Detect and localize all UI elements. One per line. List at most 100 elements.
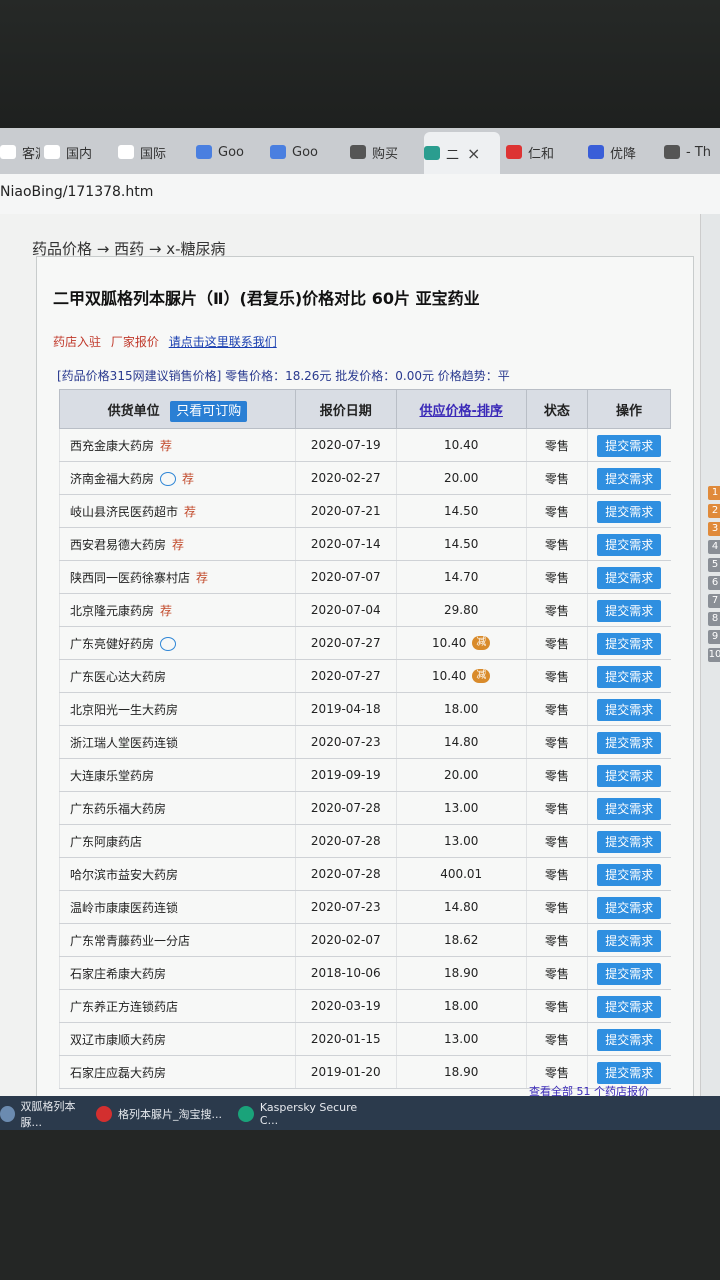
contact-us-link[interactable]: 请点击这里联系我们 bbox=[169, 335, 277, 349]
supplier-name[interactable]: 广东药乐福大药房 bbox=[70, 802, 166, 816]
rank-number-badge: 3 bbox=[708, 522, 720, 536]
view-all-link[interactable]: 查看全部 51 个药店报价 bbox=[529, 1083, 649, 1096]
browser-tab[interactable]: - Th bbox=[664, 134, 720, 170]
submit-request-button[interactable]: 提交需求 bbox=[597, 764, 662, 787]
supplier-name[interactable]: 浙江瑞人堂医药连锁 bbox=[70, 736, 178, 750]
supplier-name[interactable]: 岐山县济民医药超市 bbox=[70, 505, 178, 519]
screen: 客源国内 国际 GooGoo 购买二×仁和优降- Th NiaoBing/171378… bbox=[0, 128, 720, 1096]
supplier-name[interactable]: 广东养正方连锁药店 bbox=[70, 1000, 178, 1014]
browser-tab[interactable]: Goo bbox=[270, 134, 340, 170]
supplier-name[interactable]: 北京隆元康药房 bbox=[70, 604, 154, 618]
status-cell: 零售 bbox=[525, 725, 588, 759]
browser-tab[interactable]: 国内 bbox=[44, 134, 120, 170]
supplier-name[interactable]: 广东医心达大药房 bbox=[70, 670, 166, 684]
submit-request-button[interactable]: 提交需求 bbox=[597, 797, 662, 820]
submit-request-button[interactable]: 提交需求 bbox=[597, 632, 662, 655]
table-row: 石家庄希康大药房 2018-10-06 18.90 零售 提交需求 bbox=[59, 956, 671, 990]
browser-tab[interactable]: 二 × bbox=[424, 132, 500, 174]
browser-tab[interactable]: 购买 bbox=[350, 134, 422, 170]
store-join-link[interactable]: 药店入驻 bbox=[53, 335, 101, 349]
status-cell: 零售 bbox=[525, 527, 588, 561]
browser-tab[interactable]: 优降 bbox=[588, 134, 660, 170]
chat-icon[interactable] bbox=[160, 637, 177, 651]
tab-favicon-icon bbox=[424, 146, 440, 160]
address-bar[interactable]: NiaoBing/171378.htm bbox=[0, 174, 720, 215]
taskbar-item[interactable]: 双胍格列本脲... bbox=[0, 1100, 90, 1129]
tab-label: 国际 bbox=[140, 146, 167, 162]
factory-quote-link[interactable]: 厂家报价 bbox=[111, 335, 159, 349]
taskbar-item[interactable]: Kaspersky Secure C... bbox=[238, 1101, 378, 1127]
header-operation: 操作 bbox=[587, 389, 671, 429]
submit-request-button[interactable]: 提交需求 bbox=[597, 863, 662, 886]
submit-request-button[interactable]: 提交需求 bbox=[597, 1028, 662, 1051]
submit-request-button[interactable]: 提交需求 bbox=[597, 929, 662, 952]
submit-request-button[interactable]: 提交需求 bbox=[597, 599, 662, 622]
price-cell: 14.50 bbox=[395, 494, 527, 528]
browser-tab[interactable]: Goo bbox=[196, 134, 266, 170]
supplier-name[interactable]: 西安君易德大药房 bbox=[70, 538, 166, 552]
header-date: 报价日期 bbox=[294, 389, 397, 429]
operation-cell: 提交需求 bbox=[587, 659, 671, 693]
rank-number-badge: 10 bbox=[708, 648, 720, 662]
supplier-name[interactable]: 广东常青藤药业一分店 bbox=[70, 934, 190, 948]
url-text[interactable]: NiaoBing/171378.htm bbox=[0, 184, 153, 200]
status-cell: 零售 bbox=[525, 857, 588, 891]
price-cell: 20.00 bbox=[395, 758, 527, 792]
supplier-name[interactable]: 广东亮健好药房 bbox=[70, 637, 154, 651]
submit-request-button[interactable]: 提交需求 bbox=[597, 962, 662, 985]
supplier-name[interactable]: 大连康乐堂药房 bbox=[70, 769, 154, 783]
submit-request-button[interactable]: 提交需求 bbox=[597, 467, 662, 490]
supplier-name[interactable]: 哈尔滨市益安大药房 bbox=[70, 868, 178, 882]
submit-request-button[interactable]: 提交需求 bbox=[597, 665, 662, 688]
operation-cell: 提交需求 bbox=[587, 428, 671, 462]
supplier-cell: 广东药乐福大药房 bbox=[59, 791, 296, 825]
submit-request-button[interactable]: 提交需求 bbox=[597, 434, 662, 457]
supplier-cell: 广东亮健好药房 bbox=[59, 626, 296, 660]
supplier-cell: 石家庄希康大药房 bbox=[59, 956, 296, 990]
supplier-name[interactable]: 济南金福大药房 bbox=[70, 472, 154, 486]
only-orderable-button[interactable]: 只看可订购 bbox=[170, 400, 248, 422]
date-cell: 2019-09-19 bbox=[294, 758, 397, 792]
recommend-badge: 荐 bbox=[160, 603, 173, 618]
date-cell: 2020-02-27 bbox=[294, 461, 397, 495]
header-price-sort[interactable]: 供应价格-排序 bbox=[395, 389, 527, 429]
rank-number-badge: 5 bbox=[708, 558, 720, 572]
operation-cell: 提交需求 bbox=[587, 1022, 671, 1056]
browser-tab[interactable]: 国际 bbox=[118, 134, 194, 170]
submit-request-button[interactable]: 提交需求 bbox=[597, 533, 662, 556]
supplier-name[interactable]: 石家庄应磊大药房 bbox=[70, 1066, 166, 1080]
price-cell: 10.40 bbox=[395, 428, 527, 462]
price-sort-link[interactable]: 供应价格-排序 bbox=[419, 404, 502, 419]
supplier-name[interactable]: 西充金康大药房 bbox=[70, 439, 154, 453]
rank-number-badge: 1 bbox=[708, 486, 720, 500]
supplier-cell: 哈尔滨市益安大药房 bbox=[59, 857, 296, 891]
submit-request-button[interactable]: 提交需求 bbox=[597, 1061, 662, 1084]
submit-request-button[interactable]: 提交需求 bbox=[597, 731, 662, 754]
operation-cell: 提交需求 bbox=[587, 593, 671, 627]
tab-favicon-icon bbox=[0, 145, 16, 159]
submit-request-button[interactable]: 提交需求 bbox=[597, 698, 662, 721]
status-cell: 零售 bbox=[525, 461, 588, 495]
submit-request-button[interactable]: 提交需求 bbox=[597, 896, 662, 919]
submit-request-button[interactable]: 提交需求 bbox=[597, 566, 662, 589]
supplier-name[interactable]: 温岭市康康医药连锁 bbox=[70, 901, 178, 915]
submit-request-button[interactable]: 提交需求 bbox=[597, 995, 662, 1018]
chat-icon[interactable] bbox=[160, 472, 177, 486]
taskbar-item[interactable]: 格列本脲片_淘宝搜... bbox=[96, 1102, 226, 1126]
submit-request-button[interactable]: 提交需求 bbox=[597, 500, 662, 523]
supplier-name[interactable]: 陕西同一医药徐寨村店 bbox=[70, 571, 190, 585]
supplier-cell: 西充金康大药房荐 bbox=[59, 428, 296, 462]
supplier-name[interactable]: 北京阳光一生大药房 bbox=[70, 703, 178, 717]
submit-request-button[interactable]: 提交需求 bbox=[597, 830, 662, 853]
close-tab-icon[interactable]: × bbox=[467, 144, 480, 163]
date-cell: 2020-07-23 bbox=[294, 890, 397, 924]
price-cell: 400.01 bbox=[395, 857, 527, 891]
supplier-name[interactable]: 双辽市康顺大药房 bbox=[70, 1033, 166, 1047]
browser-tab[interactable]: 仁和 bbox=[506, 134, 582, 170]
price-cell: 13.00 bbox=[395, 824, 527, 858]
supplier-name[interactable]: 石家庄希康大药房 bbox=[70, 967, 166, 981]
supplier-cell: 岐山县济民医药超市荐 bbox=[59, 494, 296, 528]
supplier-name[interactable]: 广东阿康药店 bbox=[70, 835, 142, 849]
price-cell: 10.40 减 bbox=[395, 626, 527, 660]
browser-tab[interactable]: 客源 bbox=[0, 134, 40, 170]
